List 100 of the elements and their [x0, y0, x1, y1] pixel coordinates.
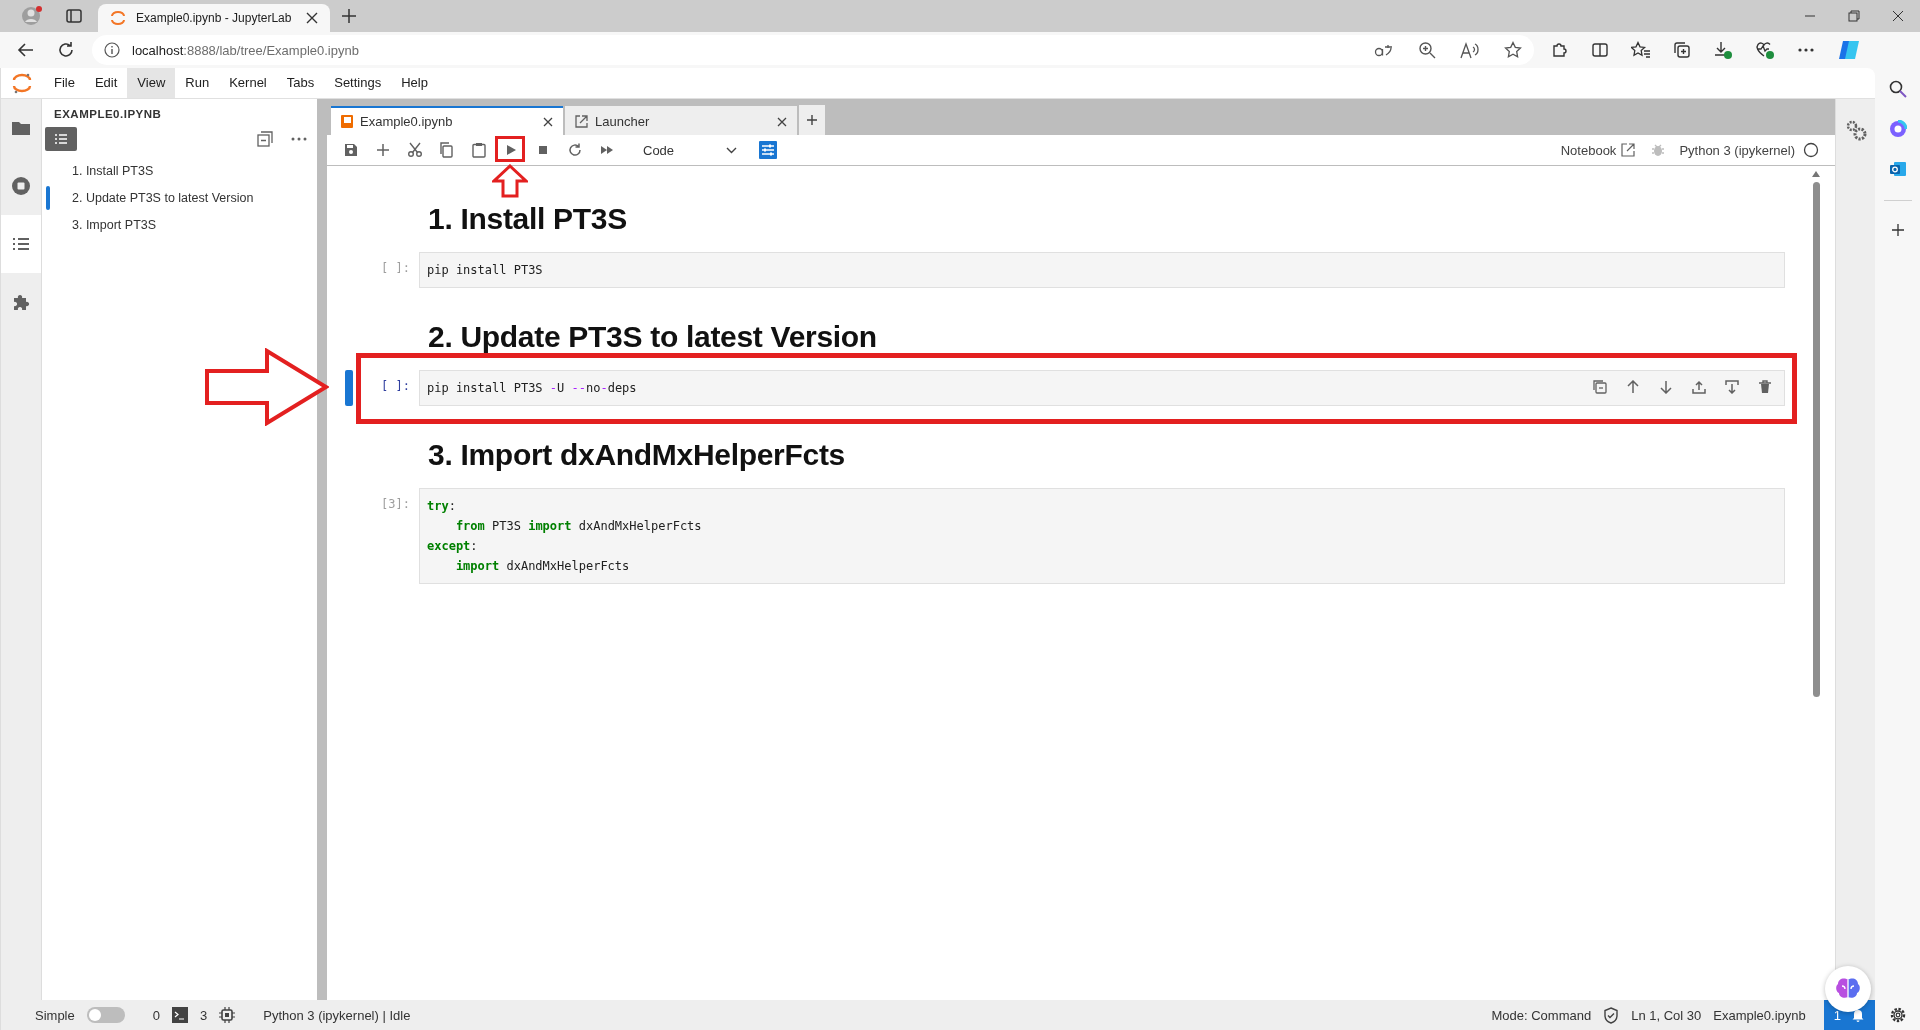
- kernel-count[interactable]: 3: [200, 1007, 208, 1023]
- heading: 1. Install PT3S: [428, 202, 627, 236]
- code-editor[interactable]: try: from PT3S import dxAndMxHelperFcts except: import dxAndMxHelperFcts: [419, 488, 1785, 584]
- restart-icon[interactable]: [567, 142, 583, 158]
- url-host: localhost: [132, 42, 184, 58]
- insert-below-icon[interactable]: [1725, 380, 1739, 394]
- back-icon[interactable]: [17, 41, 35, 59]
- mail-icon[interactable]: [1888, 160, 1907, 178]
- menu-item[interactable]: Tabs: [276, 68, 325, 98]
- close-icon[interactable]: [777, 116, 787, 127]
- add-tab-icon[interactable]: [799, 105, 825, 135]
- reload-icon[interactable]: [57, 41, 75, 59]
- insert-above-icon[interactable]: [1692, 380, 1706, 394]
- favorites-icon[interactable]: [1631, 41, 1651, 59]
- shield-icon[interactable]: [1603, 1006, 1620, 1024]
- chevron-down-icon: [726, 146, 738, 154]
- document-tab[interactable]: Example0.ipynb: [331, 106, 563, 135]
- browser-tab[interactable]: Example0.ipynb - JupyterLab: [98, 4, 330, 32]
- property-inspector-icon[interactable]: [759, 141, 778, 159]
- copy-icon[interactable]: [439, 142, 455, 158]
- external-link-icon: [575, 115, 588, 128]
- copilot-icon[interactable]: [1837, 38, 1861, 62]
- menu-item[interactable]: Help: [391, 68, 438, 98]
- address-field[interactable]: localhost:8888/lab/tree/Example0.ipynb: [92, 35, 1534, 65]
- menu-item[interactable]: Settings: [324, 68, 392, 98]
- close-icon[interactable]: [306, 12, 318, 24]
- jupyter-logo-icon[interactable]: [12, 72, 32, 94]
- list-icon[interactable]: [1, 215, 41, 273]
- brain-icon: [1835, 977, 1861, 1001]
- puzzle-icon[interactable]: [1551, 41, 1569, 59]
- up-arrow-drawing: [492, 164, 528, 198]
- copilot-icon[interactable]: [1888, 120, 1907, 138]
- browser-tab-title: Example0.ipynb - JupyterLab: [136, 11, 292, 25]
- code-editor[interactable]: pip install PT3S -U --no-deps: [419, 370, 1785, 406]
- kernel-name[interactable]: Python 3 (ipykernel): [1679, 142, 1795, 158]
- toc-item[interactable]: 1. Install PT3S: [72, 163, 154, 178]
- menu-item[interactable]: Kernel: [219, 68, 277, 98]
- duplicate-icon[interactable]: [1593, 380, 1607, 394]
- editor-mode: Mode: Command: [1491, 1007, 1592, 1023]
- jupyter-logo-icon: [110, 10, 126, 26]
- collections-icon[interactable]: [1673, 41, 1691, 59]
- paste-icon[interactable]: [471, 142, 487, 158]
- search-icon[interactable]: [1888, 80, 1907, 98]
- url-path: :8888/lab/tree/Example0.ipynb: [183, 42, 359, 58]
- more-icon[interactable]: [1797, 47, 1815, 53]
- panel-title: EXAMPLE0.IPYNB: [53, 107, 163, 122]
- code-editor[interactable]: pip install PT3S: [419, 252, 1785, 288]
- collapse-all-icon[interactable]: [257, 131, 273, 147]
- external-link-icon: [1621, 143, 1636, 157]
- settings-icon[interactable]: [1888, 1006, 1907, 1024]
- open-in-notebook-link[interactable]: Notebook: [1560, 142, 1636, 158]
- cursor-position[interactable]: Ln 1, Col 30: [1631, 1007, 1702, 1023]
- menu-item[interactable]: View: [127, 68, 176, 98]
- profile-avatar-icon[interactable]: [21, 5, 43, 27]
- zoom-icon[interactable]: [1418, 41, 1436, 59]
- info-icon[interactable]: [104, 42, 120, 58]
- save-icon[interactable]: [343, 142, 359, 158]
- bell-icon: [1851, 1008, 1865, 1022]
- arrow-down-icon[interactable]: [1659, 380, 1673, 394]
- kernel-status[interactable]: Python 3 (ipykernel) | Idle: [263, 1007, 411, 1023]
- chip-icon[interactable]: [219, 1007, 236, 1023]
- restore-icon[interactable]: [1848, 10, 1860, 22]
- toc-item[interactable]: 3. Import PT3S: [72, 217, 157, 232]
- menu-item[interactable]: Run: [175, 68, 220, 98]
- more-icon[interactable]: [291, 137, 307, 141]
- translate-icon[interactable]: [1374, 42, 1394, 58]
- gears-icon[interactable]: [1844, 119, 1867, 141]
- terminal-icon[interactable]: [172, 1007, 188, 1023]
- menu-item[interactable]: Edit: [84, 68, 128, 98]
- simple-mode-toggle[interactable]: [86, 1007, 125, 1023]
- file-name: Example0.ipynb: [1713, 1007, 1806, 1023]
- downloads-icon[interactable]: [1713, 40, 1733, 60]
- split-screen-icon[interactable]: [1591, 41, 1609, 59]
- scrollbar[interactable]: [1811, 170, 1821, 697]
- close-icon[interactable]: [1892, 10, 1904, 22]
- arrow-up-icon[interactable]: [1626, 380, 1640, 394]
- execution-prompt: [ ]:: [380, 378, 411, 393]
- cell-type-dropdown[interactable]: Code: [643, 142, 738, 158]
- scissors-icon[interactable]: [407, 142, 423, 158]
- health-icon[interactable]: [1755, 40, 1775, 60]
- toc-item[interactable]: 2. Update PT3S to latest Version: [72, 190, 254, 205]
- add-icon[interactable]: [375, 142, 391, 158]
- star-icon[interactable]: [1504, 41, 1522, 59]
- kernel-idle-icon: [1803, 142, 1819, 158]
- close-icon[interactable]: [543, 116, 553, 127]
- tab-actions-icon[interactable]: [65, 7, 83, 25]
- scroll-up-icon[interactable]: [1811, 170, 1821, 178]
- notebook-icon: [341, 115, 353, 128]
- heading: 3. Import dxAndMxHelperFcts: [428, 438, 845, 472]
- list-toggle-icon[interactable]: [45, 127, 77, 151]
- trash-icon[interactable]: [1758, 380, 1772, 394]
- new-tab-icon[interactable]: [341, 8, 357, 24]
- active-cell-marker[interactable]: [345, 370, 353, 406]
- read-aloud-icon[interactable]: [1460, 41, 1480, 59]
- terminal-count[interactable]: 0: [152, 1007, 160, 1023]
- mode-label: Simple: [35, 1007, 75, 1023]
- document-tab[interactable]: Launcher: [565, 106, 797, 135]
- execution-prompt: [ ]:: [380, 260, 411, 275]
- add-icon[interactable]: [1890, 223, 1905, 237]
- menu-item[interactable]: File: [44, 68, 85, 98]
